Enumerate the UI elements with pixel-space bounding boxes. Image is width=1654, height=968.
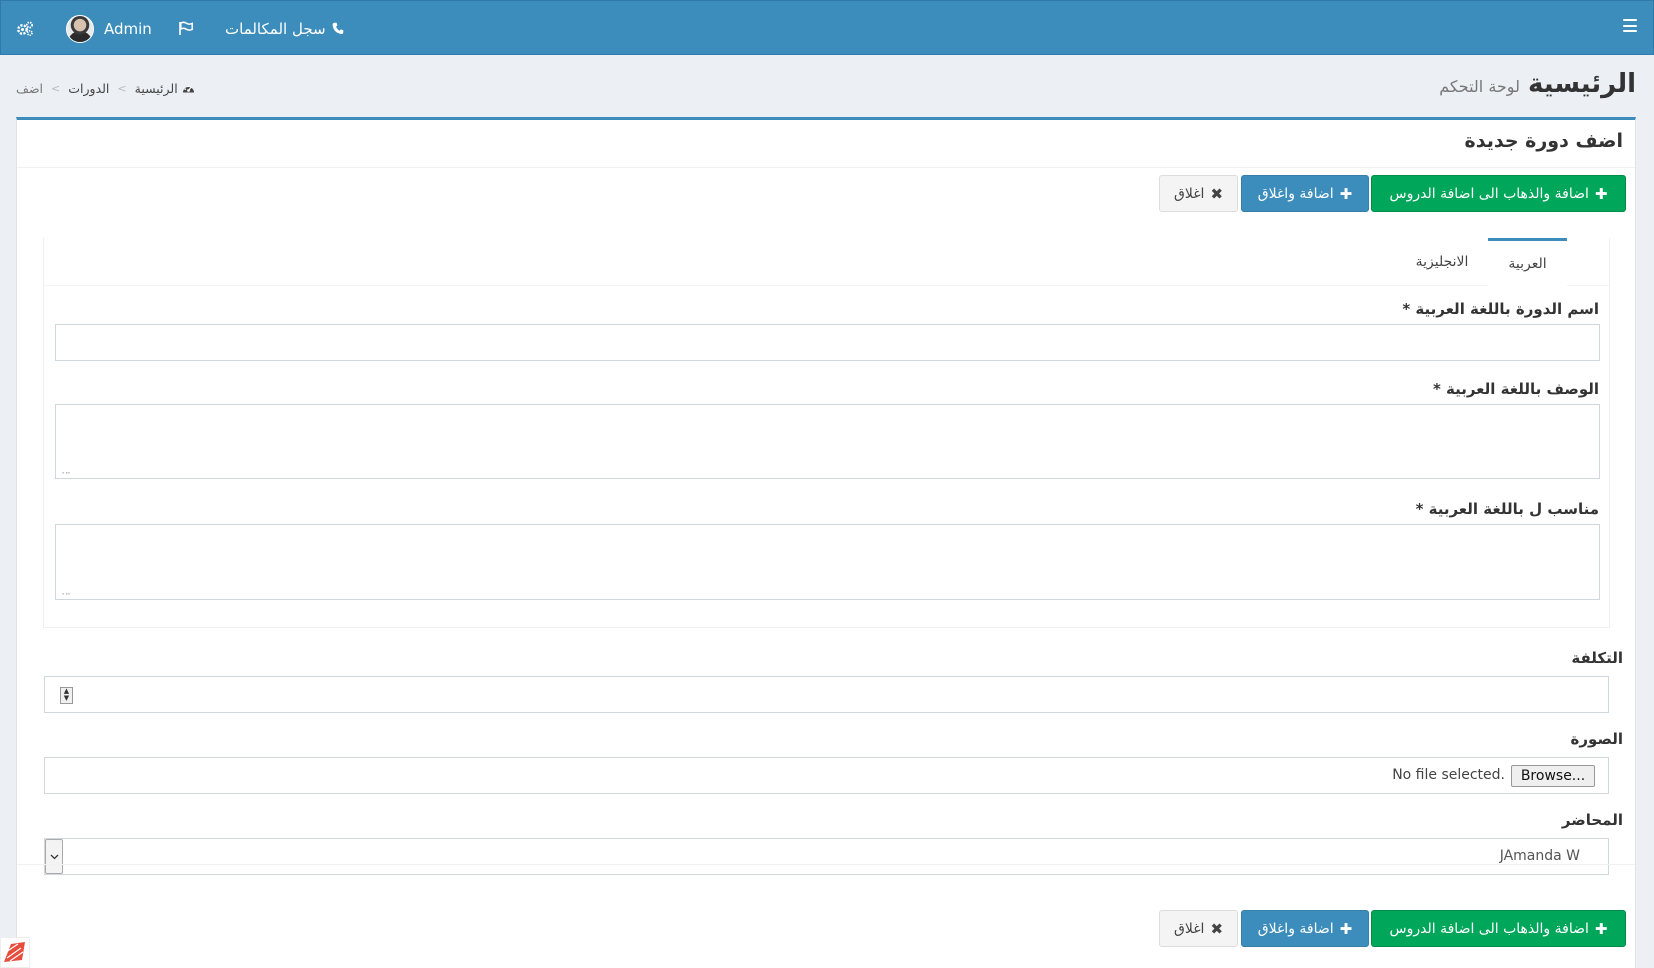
number-spinner-icon[interactable]: ▲ ▼	[60, 687, 73, 704]
add-and-close-button-bottom[interactable]: ✚ اضافة واغلاق	[1241, 910, 1369, 947]
plus-icon: ✚	[1339, 919, 1353, 938]
close-label: اغلاق	[1174, 920, 1205, 937]
call-log-label: سجل المكالمات	[225, 19, 326, 38]
instructor-label: المحاضر	[1561, 811, 1623, 829]
cost-number-input[interactable]: ▲ ▼	[44, 676, 1609, 713]
close-button[interactable]: ✖ اغلاق	[1159, 175, 1238, 212]
app-logo-icon	[0, 937, 30, 968]
course-name-label: اسم الدورة باللغة العربية *	[1402, 300, 1599, 318]
top-navbar: سجل المكالمات Admin	[0, 0, 1654, 55]
dashboard-icon	[182, 83, 195, 94]
plus-icon: ✚	[1594, 184, 1608, 203]
page-title: الرئيسية لوحة التحكم	[1439, 69, 1636, 99]
hamburger-menu-icon[interactable]	[1623, 19, 1637, 32]
plus-icon: ✚	[1594, 919, 1608, 938]
add-and-go-label: اضافة والذهاب الى اضافة الدروس	[1389, 185, 1589, 202]
breadcrumb-home-label: الرئيسية	[134, 81, 178, 96]
box-header: اضف دورة جديدة	[17, 120, 1635, 168]
breadcrumb-current: اضف	[16, 81, 44, 96]
language-tabs: العربية الانجليزية	[44, 238, 1609, 286]
add-and-close-button[interactable]: ✚ اضافة واغلاق	[1241, 175, 1369, 212]
breadcrumb-separator: <	[51, 82, 61, 95]
tab-arabic[interactable]: العربية	[1488, 238, 1567, 286]
times-icon: ✖	[1210, 919, 1224, 938]
box-footer-divider	[17, 864, 1635, 865]
suitable-for-label: مناسب ل باللغة العربية *	[1415, 500, 1599, 518]
times-icon: ✖	[1210, 184, 1224, 203]
gears-icon[interactable]	[16, 1, 34, 56]
instructor-select[interactable]: JAmanda W	[44, 838, 1609, 875]
user-name: Admin	[104, 19, 152, 38]
image-label: الصورة	[1570, 730, 1623, 748]
chevron-down-icon[interactable]	[45, 839, 63, 874]
plus-icon: ✚	[1339, 184, 1353, 203]
flag-icon[interactable]	[178, 1, 194, 56]
no-file-text: No file selected.	[1392, 767, 1505, 783]
course-name-input[interactable]	[55, 324, 1600, 361]
form-box: اضف دورة جديدة ✚ اضافة والذهاب الى اضافة…	[16, 117, 1636, 968]
instructor-selected-value: JAmanda W	[1499, 848, 1580, 864]
add-and-go-to-lessons-button[interactable]: ✚ اضافة والذهاب الى اضافة الدروس	[1371, 175, 1626, 212]
breadcrumb-courses[interactable]: الدورات	[68, 81, 109, 96]
user-menu[interactable]: Admin	[66, 1, 152, 56]
description-label: الوصف باللغة العربية *	[1432, 380, 1599, 398]
add-and-close-label: اضافة واغلاق	[1257, 185, 1334, 202]
breadcrumb-home[interactable]: الرئيسية	[135, 81, 195, 96]
description-textarea[interactable]: ⠠⠤	[55, 404, 1600, 479]
language-tabs-panel: العربية الانجليزية اسم الدورة باللغة الع…	[43, 238, 1610, 628]
browse-button[interactable]: Browse...	[1511, 765, 1595, 787]
call-log-link[interactable]: سجل المكالمات	[225, 1, 344, 56]
add-and-close-label: اضافة واغلاق	[1257, 920, 1334, 937]
resize-grip-icon[interactable]: ⠠⠤	[59, 467, 71, 476]
close-button-bottom[interactable]: ✖ اغلاق	[1159, 910, 1238, 947]
content-header: الرئيسية لوحة التحكم اضف < الدورات < الر…	[0, 55, 1654, 115]
suitable-for-textarea[interactable]: ⠠⠤	[55, 524, 1600, 600]
resize-grip-icon[interactable]: ⠠⠤	[59, 588, 71, 597]
breadcrumb: اضف < الدورات < الرئيسية	[16, 81, 195, 96]
cost-label: التكلفة	[1571, 649, 1623, 667]
phone-icon	[332, 22, 344, 35]
breadcrumb-separator: <	[117, 82, 127, 95]
add-and-go-label: اضافة والذهاب الى اضافة الدروس	[1389, 920, 1589, 937]
close-label: اغلاق	[1174, 185, 1205, 202]
image-file-input[interactable]: Browse... No file selected.	[44, 757, 1609, 794]
page-title-sub: لوحة التحكم	[1439, 77, 1520, 96]
tab-english[interactable]: الانجليزية	[1397, 238, 1487, 286]
avatar	[66, 14, 94, 43]
add-and-go-to-lessons-button-bottom[interactable]: ✚ اضافة والذهاب الى اضافة الدروس	[1371, 910, 1626, 947]
box-title: اضف دورة جديدة	[1464, 130, 1623, 152]
page-title-main: الرئيسية	[1527, 69, 1636, 99]
